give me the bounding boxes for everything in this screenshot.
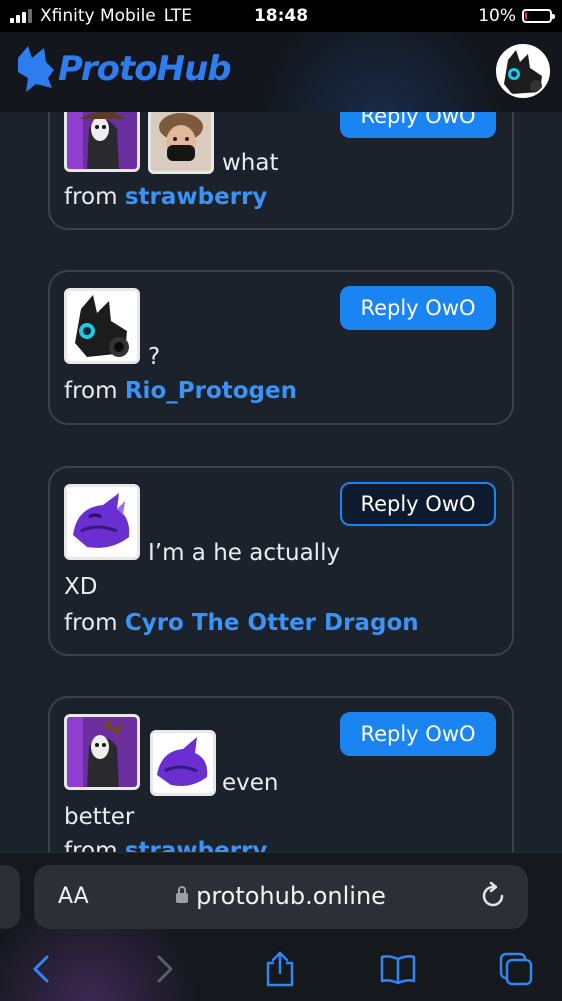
profile-avatar-icon xyxy=(498,46,548,96)
tabs-icon xyxy=(499,952,533,986)
author-link[interactable]: Rio_Protogen xyxy=(125,378,297,404)
reply-button[interactable]: Reply OwO xyxy=(340,482,496,526)
avatar-rio-protogen xyxy=(64,288,140,364)
author-link[interactable]: Cyro The Otter Dragon xyxy=(125,610,419,636)
post-message: I’m a he actually xyxy=(148,540,341,566)
post-message: even xyxy=(222,770,279,796)
battery-icon xyxy=(522,9,555,23)
status-bar: Xfinity Mobile LTE 18:48 10% xyxy=(0,0,562,32)
post-author-line: from Cyro The Otter Dragon xyxy=(64,610,419,636)
avatar-cyro-dragon xyxy=(150,730,216,796)
post-card: Reply OwO ? from Rio_Protogen xyxy=(48,270,514,425)
battery-percent: 10% xyxy=(478,6,516,26)
avatar-cyro-dragon xyxy=(64,484,140,560)
from-label: from xyxy=(64,378,118,404)
share-icon xyxy=(266,951,294,987)
from-label: from xyxy=(64,610,118,636)
post-message-continued: XD xyxy=(64,574,98,600)
back-icon xyxy=(33,955,49,983)
post-message-continued: better xyxy=(64,804,135,830)
post-card: Reply OwO I’m a he actually XD from Cyro… xyxy=(48,466,514,656)
forward-button[interactable] xyxy=(142,947,186,991)
url-text: protohub.online xyxy=(196,882,386,910)
browser-toolbar xyxy=(0,947,562,997)
share-button[interactable] xyxy=(258,947,302,991)
bookmarks-icon xyxy=(380,955,416,985)
post-author-line: from Rio_Protogen xyxy=(64,378,297,404)
protohub-logo[interactable]: ProtoHub xyxy=(16,44,232,94)
author-link[interactable]: strawberry xyxy=(125,184,268,210)
tabs-button[interactable] xyxy=(494,947,538,991)
post-message: what xyxy=(222,150,279,176)
profile-avatar-button[interactable] xyxy=(496,44,550,98)
site-header: ProtoHub xyxy=(0,32,562,112)
reply-button[interactable]: Reply OwO xyxy=(340,712,496,756)
bookmarks-button[interactable] xyxy=(376,947,420,991)
avatar-strawberry xyxy=(64,714,140,790)
lock-icon xyxy=(176,886,189,903)
avatar-masked-person xyxy=(148,108,214,174)
browser-bottom-bar: AA protohub.online xyxy=(0,852,562,1001)
back-button[interactable] xyxy=(20,947,64,991)
logo-text: ProtoHub xyxy=(58,49,232,89)
protogen-head-logo-icon xyxy=(18,46,54,92)
forward-icon xyxy=(157,955,173,983)
address-bar[interactable]: AA protohub.online xyxy=(34,865,528,929)
from-label: from xyxy=(64,184,118,210)
previous-tab-peek[interactable] xyxy=(0,865,20,929)
reply-button[interactable]: Reply OwO xyxy=(340,286,496,330)
reload-icon[interactable] xyxy=(478,881,508,911)
post-author-line: from strawberry xyxy=(64,184,267,210)
post-feed: Reply OwO what from strawberry Reply OwO… xyxy=(0,0,562,1000)
post-message: ? xyxy=(148,344,161,370)
